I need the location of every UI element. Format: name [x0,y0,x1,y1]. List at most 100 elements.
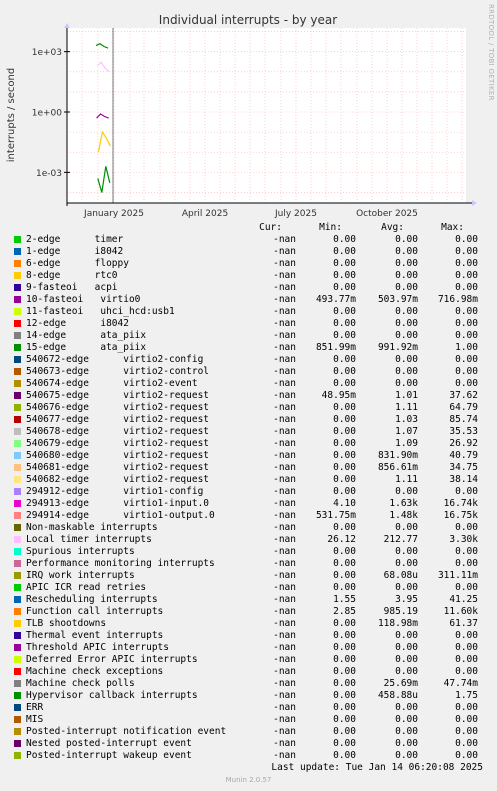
legend-swatch [14,680,21,687]
legend-min: 0.00 [333,522,356,533]
legend-avg: 0.00 [395,654,418,665]
legend-avg: 3.95 [395,594,418,605]
legend-row: 540674-edge virtio2-event -nan 0.00 0.00 0.0… [14,378,492,390]
legend-max: 0.00 [455,666,478,677]
legend-max: 11.60k [443,606,478,617]
legend-cur: -nan [273,378,296,389]
legend-swatch [14,656,21,663]
legend-cur: -nan [273,366,296,377]
legend-swatch [14,740,21,747]
y-tick-label: 1e-03 [36,169,62,179]
legend-avg: 0.00 [395,666,418,677]
legend-cur: -nan [273,510,296,521]
y-tick-label: 1e+00 [32,109,63,119]
legend-max: 0.00 [455,270,478,281]
legend-avg: 0.00 [395,366,418,377]
legend-cur: -nan [273,354,296,365]
legend-name: 2-edge timer [26,234,124,245]
last-update: Last update: Tue Jan 14 06:20:08 2025 [271,762,483,773]
legend-avg: 991.92m [377,342,418,353]
legend-row: 540682-edge virtio2-request -nan 0.00 1.11 3… [14,474,492,486]
legend-max: 0.00 [455,558,478,569]
legend-name: 540677-edge virtio2-request [26,414,210,425]
legend-min: 0.00 [333,546,356,557]
legend-row: 1-edge i8042 -nan 0.00 0.00 0.00 [14,246,492,258]
legend-name: 8-edge rtc0 [26,270,118,281]
legend-min: 4.10 [333,498,356,509]
legend-min: 0.00 [333,402,356,413]
legend-cur: -nan [273,558,296,569]
legend-swatch [14,560,21,567]
legend-min: 0.00 [333,366,356,377]
legend-cur: -nan [273,642,296,653]
legend-avg: 831.90m [377,450,418,461]
x-ticks: January 2025 April 2025 July 2025 October 2… [83,209,418,219]
legend-max: 0.00 [455,354,478,365]
legend-min: 0.00 [333,258,356,269]
legend-cur: -nan [273,294,296,305]
legend-cur: -nan [273,570,296,581]
legend-max: 0.00 [455,234,478,245]
legend-swatch [14,620,21,627]
legend-avg: 0.00 [395,234,418,245]
legend-avg: 503.97m [377,294,418,305]
y-tick-label: 1e+03 [32,48,62,58]
legend-cur: -nan [273,738,296,749]
legend-swatch [14,512,21,519]
legend-cur: -nan [273,618,296,629]
legend-cur: -nan [273,450,296,461]
legend-name: 540681-edge virtio2-request [26,462,210,473]
legend-avg: 25.69m [383,678,418,689]
x-tick-label: July 2025 [274,209,317,219]
legend-cur: -nan [273,330,296,341]
legend-min: 0.00 [333,582,356,593]
legend-swatch [14,356,21,363]
legend-row: 540681-edge virtio2-request -nan 0.00 856.6… [14,462,492,474]
legend-cur: -nan [273,390,296,401]
legend-min: 0.00 [333,414,356,425]
legend-cur: -nan [273,750,296,761]
legend-cur: -nan [273,594,296,605]
legend-max: 34.75 [449,462,478,473]
legend-name: 540674-edge virtio2-event [26,378,198,389]
legend-min: 0.00 [333,282,356,293]
legend-row: 294914-edge virtio1-output.0 -nan 531.75m 1… [14,510,492,522]
header-min: Min: [319,222,342,233]
legend-row: APIC ICR read retries -nan 0.00 0.00 0.00 [14,582,492,594]
legend-swatch [14,452,21,459]
header-cur: Cur: [259,222,282,233]
legend-swatch [14,296,21,303]
legend-row: Posted-interrupt notification event -nan 0… [14,726,492,738]
legend-max: 26.92 [449,438,478,449]
header-max: Max: [441,222,464,233]
legend-cur: -nan [273,546,296,557]
legend-min: 0.00 [333,306,356,317]
legend-name: 12-edge i8042 [26,318,129,329]
legend-cur: -nan [273,318,296,329]
legend-min: 531.75m [315,510,356,521]
legend-name: Nested posted-interrupt event [26,738,192,749]
legend-min: 0.00 [333,678,356,689]
legend-max: 0.00 [455,702,478,713]
legend-swatch [14,344,21,351]
legend-cur: -nan [273,678,296,689]
legend-max: 16.74k [443,498,478,509]
legend-avg: 68.08u [383,570,418,581]
legend-max: 0.00 [455,630,478,641]
legend-min: 1.55 [333,594,356,605]
legend-swatch [14,320,21,327]
legend-name: Posted-interrupt notification event [26,726,227,737]
legend-row: Non-maskable interrupts -nan 0.00 0.00 0.00 [14,522,492,534]
legend-avg: 0.00 [395,726,418,737]
legend-swatch [14,644,21,651]
legend-avg: 0.00 [395,546,418,557]
legend-avg: 0.00 [395,750,418,761]
legend-swatch [14,536,21,543]
legend-cur: -nan [273,462,296,473]
legend-min: 0.00 [333,618,356,629]
legend-min: 0.00 [333,570,356,581]
legend-avg: 0.00 [395,630,418,641]
legend-row: 294912-edge virtio1-config -nan 0.00 0.00 0.… [14,486,492,498]
legend-min: 0.00 [333,354,356,365]
x-tick-label: January 2025 [83,209,144,219]
